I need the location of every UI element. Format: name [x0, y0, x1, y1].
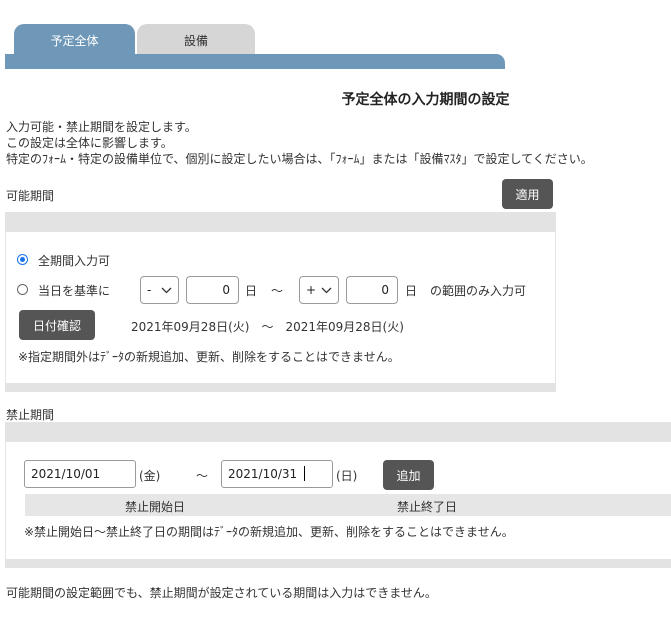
end-sign-select[interactable]: + — [299, 276, 339, 304]
prohibited-period-table-header: 禁止開始日 禁止終了日 — [25, 494, 671, 516]
chevron-down-icon — [161, 283, 172, 300]
panel-header-strip — [6, 423, 671, 442]
radio-all-period[interactable] — [17, 254, 28, 265]
prohibit-end-date-input[interactable]: 2021/10/31 — [221, 460, 333, 488]
tab-schedule-all-label: 予定全体 — [50, 33, 99, 48]
tab-schedule-all[interactable]: 予定全体 — [14, 24, 135, 56]
prohibit-end-weekday: (日) — [336, 469, 358, 483]
available-period-note: ※指定期間外はﾃﾞｰﾀの新規追加、更新、削除をすることはできません。 — [18, 350, 400, 364]
end-sign-value: + — [306, 283, 317, 297]
start-sign-select[interactable]: - — [140, 276, 179, 304]
range-tilde: ～ — [271, 284, 284, 298]
description-line-2: この設定は全体に影響します。 — [6, 136, 173, 150]
available-period-label: 可能期間 — [6, 189, 55, 203]
start-day-unit: 日 — [245, 284, 258, 298]
add-prohibited-period-button[interactable]: 追加 — [383, 460, 434, 490]
prohibit-start-weekday: (金) — [139, 469, 161, 483]
panel-header-strip — [6, 213, 555, 232]
page-title: 予定全体の入力期間の設定 — [341, 92, 510, 108]
description-line-3: 特定のﾌｫｰﾑ・特定の設備単位で、個別に設定したい場合は、「ﾌｫｰﾑ」または「設… — [6, 152, 593, 166]
check-date-button[interactable]: 日付確認 — [19, 310, 95, 340]
tab-bar-underline — [5, 54, 505, 69]
option-all-period-label: 全期間入力可 — [38, 254, 111, 268]
end-days-input[interactable]: 0 — [346, 276, 398, 304]
end-day-unit: 日 — [405, 284, 418, 298]
column-prohibit-end: 禁止終了日 — [397, 500, 458, 514]
tab-equipment-label: 設備 — [183, 33, 208, 48]
start-days-input[interactable]: 0 — [186, 276, 239, 304]
prohibit-range-tilde: ～ — [196, 469, 209, 483]
prohibit-start-date-input[interactable]: 2021/10/01 — [24, 460, 136, 488]
range-suffix-label: の範囲のみ入力可 — [430, 284, 527, 298]
description-line-1: 入力可能・禁止期間を設定します。 — [6, 120, 197, 134]
chevron-down-icon — [321, 283, 332, 300]
option-relative-label: 当日を基準に — [38, 284, 111, 298]
panel-footer-strip — [6, 559, 671, 567]
available-period-panel — [5, 212, 556, 392]
tab-equipment[interactable]: 設備 — [137, 24, 255, 56]
prohibited-period-label: 禁止期間 — [6, 408, 55, 422]
apply-button[interactable]: 適用 — [502, 179, 553, 209]
prohibited-period-note: ※禁止開始日～禁止終了日の期間はﾃﾞｰﾀの新規追加、更新、削除をすることはできま… — [24, 525, 514, 539]
computed-date-range: 2021年09月28日(火) ～ 2021年09月28日(火) — [131, 320, 404, 334]
radio-relative-period[interactable] — [17, 284, 28, 295]
start-sign-value: - — [147, 283, 152, 297]
footer-note: 可能期間の設定範囲でも、禁止期間が設定されている期間は入力はできません。 — [6, 586, 437, 600]
text-cursor — [304, 466, 305, 481]
panel-footer-strip — [6, 383, 555, 391]
column-prohibit-start: 禁止開始日 — [125, 500, 186, 514]
